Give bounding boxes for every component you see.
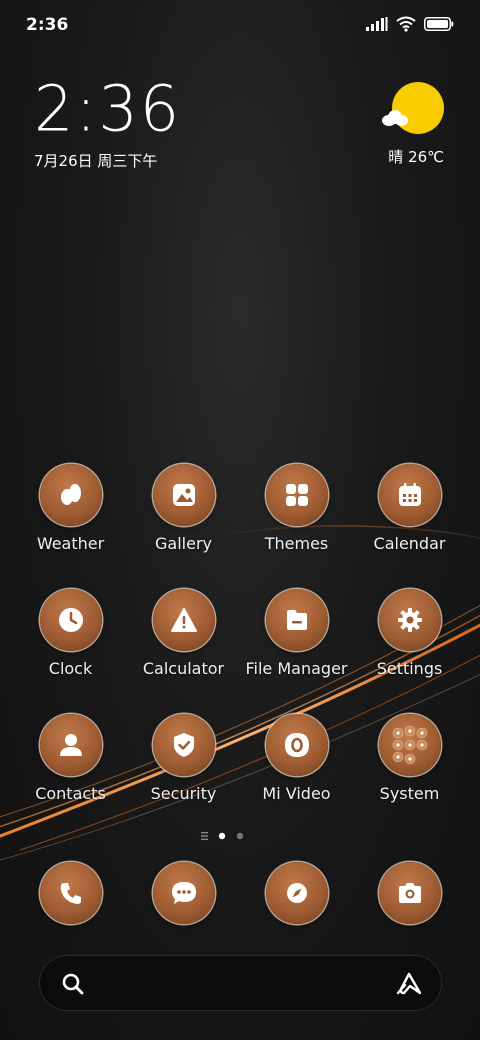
search-icon (62, 973, 84, 995)
feed-page-icon (201, 832, 208, 840)
app-gallery[interactable]: Gallery (127, 464, 240, 553)
page-indicator[interactable] (200, 830, 250, 842)
phone-icon (39, 862, 102, 924)
dock-messages[interactable] (127, 862, 240, 924)
dock-camera[interactable] (353, 862, 466, 924)
app-label: Mi Video (262, 784, 331, 803)
search-bar[interactable] (39, 955, 442, 1011)
browser-compass-icon (265, 862, 328, 924)
app-label: Security (150, 784, 217, 803)
settings-icon (378, 589, 441, 651)
widget-time: 2:36 (34, 71, 182, 146)
contacts-icon (39, 714, 102, 776)
app-label: Gallery (155, 534, 212, 553)
folder-system[interactable]: System (353, 714, 466, 803)
app-themes[interactable]: Themes (240, 464, 353, 553)
system-folder-icon (378, 714, 441, 776)
app-label: Calendar (373, 534, 446, 553)
app-contacts[interactable]: Contacts (14, 714, 127, 803)
clock-widget[interactable]: 2:36 7月26日 周三下午 (34, 71, 182, 171)
app-label: File Manager (245, 659, 348, 678)
app-label: Calculator (142, 659, 225, 678)
battery-icon (424, 17, 454, 31)
mi-video-icon (265, 714, 328, 776)
app-label: Settings (376, 659, 443, 678)
app-label: Clock (48, 659, 93, 678)
widget-date: 7月26日 周三下午 (34, 152, 158, 170)
app-label: Themes (264, 534, 329, 553)
dock (14, 862, 466, 926)
security-icon (152, 714, 215, 776)
app-settings[interactable]: Settings (353, 589, 466, 678)
camera-icon (378, 862, 441, 924)
sun-icon (392, 82, 444, 134)
app-mi-video[interactable]: Mi Video (240, 714, 353, 803)
app-label: Weather (36, 534, 105, 553)
signal-icon (366, 17, 388, 31)
status-icons (366, 16, 454, 32)
wifi-icon (396, 16, 416, 32)
app-security[interactable]: Security (127, 714, 240, 803)
xiao-ai-assistant-icon[interactable] (395, 971, 423, 997)
calculator-icon (152, 589, 215, 651)
dock-phone[interactable] (14, 862, 127, 924)
messages-icon (152, 862, 215, 924)
dock-browser[interactable] (240, 862, 353, 924)
app-clock[interactable]: Clock (14, 589, 127, 678)
weather-icon (39, 464, 102, 526)
app-label: System (379, 784, 440, 803)
app-label: Contacts (35, 784, 106, 803)
weather-summary: 晴 26℃ (388, 148, 444, 166)
themes-icon (265, 464, 328, 526)
gallery-icon (152, 464, 215, 526)
status-bar: 2:36 (0, 0, 480, 50)
weather-widget[interactable]: 晴 26℃ (374, 82, 444, 172)
app-file-manager[interactable]: File Manager (240, 589, 353, 678)
app-calendar[interactable]: Calendar (353, 464, 466, 553)
page-dot-active (218, 832, 226, 840)
file-manager-icon (265, 589, 328, 651)
calendar-icon (378, 464, 441, 526)
page-dot (236, 832, 244, 840)
clock-icon (39, 589, 102, 651)
cloud-icon (382, 110, 408, 126)
app-calculator[interactable]: Calculator (127, 589, 240, 678)
app-weather[interactable]: Weather (14, 464, 127, 553)
status-time: 2:36 (26, 15, 69, 35)
